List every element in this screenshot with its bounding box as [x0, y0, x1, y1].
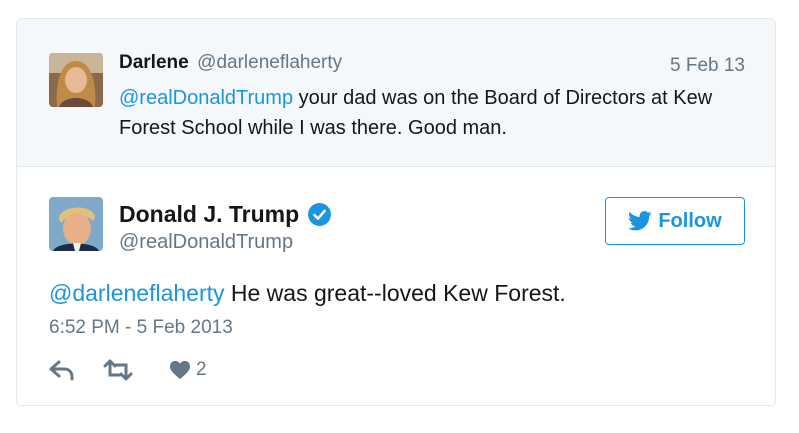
retweet-icon — [103, 359, 133, 381]
author-name[interactable]: Donald J. Trump — [119, 201, 299, 228]
tweet-body: He was great--loved Kew Forest. — [224, 280, 566, 306]
parent-tweet[interactable]: Darlene @darleneflaherty 5 Feb 13 @realD… — [17, 19, 775, 167]
parent-tweet-date[interactable]: 5 Feb 13 — [670, 55, 745, 77]
retweet-button[interactable] — [103, 359, 133, 381]
parent-mention-link[interactable]: @realDonaldTrump — [119, 87, 293, 109]
heart-icon — [169, 360, 191, 380]
mention-link[interactable]: @darleneflaherty — [49, 280, 225, 306]
tweet-text: @darleneflaherty He was great--loved Kew… — [49, 277, 749, 309]
follow-button[interactable]: Follow — [605, 197, 745, 245]
like-button[interactable]: 2 — [169, 359, 207, 381]
author-avatar[interactable] — [49, 197, 103, 251]
reply-icon — [49, 359, 75, 381]
parent-tweet-text: @realDonaldTrump your dad was on the Boa… — [119, 83, 739, 143]
tweet-actions: 2 — [49, 359, 349, 385]
follow-button-label: Follow — [658, 209, 722, 232]
twitter-bird-icon — [628, 211, 652, 231]
tweet-timestamp[interactable]: 6:52 PM - 5 Feb 2013 — [49, 317, 233, 339]
parent-author-avatar[interactable] — [49, 53, 103, 107]
embedded-tweet-card: Darlene @darleneflaherty 5 Feb 13 @realD… — [16, 18, 776, 406]
author-name-row: Donald J. Trump — [119, 201, 332, 228]
like-count: 2 — [196, 359, 207, 380]
reply-button[interactable] — [49, 359, 75, 381]
parent-author-name[interactable]: Darlene — [119, 52, 189, 73]
verified-badge-icon — [307, 202, 332, 227]
parent-tweet-header: Darlene @darleneflaherty — [119, 52, 342, 74]
parent-author-handle[interactable]: @darleneflaherty — [197, 52, 342, 73]
author-handle[interactable]: @realDonaldTrump — [119, 231, 293, 254]
